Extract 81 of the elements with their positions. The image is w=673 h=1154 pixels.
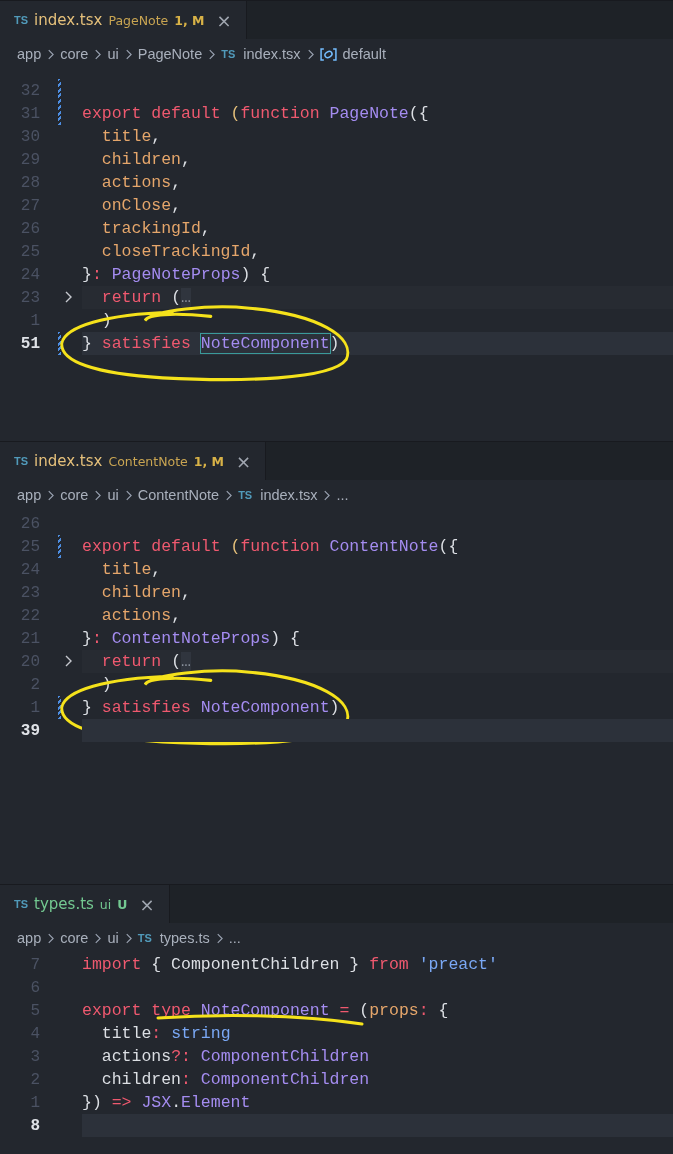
chevron-right-icon (225, 489, 233, 501)
code-line: title: string (100, 1024, 231, 1043)
chevron-right-icon (208, 48, 216, 60)
chevron-right-icon (94, 48, 102, 60)
breadcrumb-item[interactable]: PageNote (137, 46, 203, 62)
breadcrumb-item[interactable]: app (17, 46, 42, 62)
breadcrumb-item[interactable]: app (17, 487, 42, 503)
code-line: }: ContentNoteProps) { (82, 629, 300, 648)
code-line: actions, (100, 173, 182, 192)
close-icon[interactable]: × (236, 450, 252, 472)
chevron-right-icon (47, 932, 55, 944)
breadcrumb-item[interactable]: core (60, 487, 89, 503)
editor-tab[interactable]: TS index.tsx PageNote 1, M × (0, 1, 247, 39)
typescript-file-icon: TS (221, 48, 236, 60)
close-icon[interactable]: × (216, 9, 232, 31)
breadcrumb-item[interactable]: core (60, 930, 89, 946)
typescript-file-icon: TS (238, 489, 253, 501)
code-line: children, (100, 150, 191, 169)
tab-status-label: 1, M (174, 12, 205, 28)
breadcrumb-item[interactable]: ContentNote (137, 487, 220, 503)
breadcrumb-item[interactable]: app (17, 930, 42, 946)
chevron-right-icon (94, 489, 102, 501)
tab-folder-label: PageNote (108, 12, 169, 28)
code-line: trackingId, (100, 219, 211, 238)
breadcrumb-item[interactable]: core (60, 46, 89, 62)
line-number: 8 (29, 1116, 40, 1135)
chevron-right-icon (323, 489, 331, 501)
chevron-right-icon (306, 48, 314, 60)
tab-folder-label: ContentNote (108, 453, 188, 469)
code-line: export type NoteComponent = (props: { (82, 1001, 449, 1020)
breadcrumb-item[interactable]: ui (107, 487, 119, 503)
chevron-right-icon (47, 48, 55, 60)
tab-status-label: U (117, 896, 128, 912)
code-line: actions, (100, 606, 182, 625)
breadcrumb-item[interactable]: ui (107, 46, 119, 62)
tab-filename: index.tsx (34, 11, 103, 29)
line-number: 39 (19, 721, 40, 740)
code-line: return (… (100, 288, 191, 307)
breadcrumb-item[interactable]: types.ts (159, 930, 210, 946)
code-line: actions?: ComponentChildren (100, 1047, 370, 1066)
tab-filename: index.tsx (34, 452, 103, 470)
code-line: } satisfies NoteComponent) (82, 334, 340, 353)
code-line: title, (100, 127, 162, 146)
line-number: 51 (19, 334, 40, 353)
editor-tab[interactable]: TS types.ts ui U × (0, 885, 170, 923)
chevron-right-icon (124, 489, 132, 501)
chevron-right-icon (94, 932, 102, 944)
chevron-right-icon (124, 48, 132, 60)
tab-folder-label: ui (99, 896, 112, 912)
code-line: export default (function PageNote({ (82, 104, 429, 123)
chevron-right-icon[interactable] (64, 655, 72, 667)
code-line: children, (100, 583, 191, 602)
editor-tab[interactable]: TS index.tsx ContentNote 1, M × (0, 442, 267, 480)
typescript-file-icon: TS (14, 455, 29, 467)
typescript-file-icon: TS (137, 932, 152, 944)
code-line: }: PageNoteProps) { (82, 265, 271, 284)
tab-status-label: 1, M (193, 453, 224, 469)
breadcrumb-item[interactable]: ... (228, 930, 241, 946)
code-line: } satisfies NoteComponent) (82, 698, 340, 717)
code-line: title, (100, 560, 162, 579)
chevron-right-icon (215, 932, 223, 944)
breadcrumb-item[interactable]: default (342, 46, 387, 62)
close-icon[interactable]: × (139, 893, 155, 915)
code-line: }) => JSX.Element (82, 1093, 251, 1112)
tab-filename: types.ts (34, 895, 94, 913)
breadcrumb-item[interactable]: index.tsx (243, 46, 301, 62)
chevron-right-icon (124, 932, 132, 944)
breadcrumb-item[interactable]: index.tsx (260, 487, 318, 503)
chevron-right-icon (47, 489, 55, 501)
symbol-icon (319, 47, 337, 61)
code-line: export default (function ContentNote({ (82, 537, 459, 556)
code-line: onClose, (100, 196, 182, 215)
breadcrumb-item[interactable]: ui (107, 930, 119, 946)
code-line: closeTrackingId, (100, 242, 261, 261)
code-line: children: ComponentChildren (100, 1070, 370, 1089)
typescript-file-icon: TS (14, 898, 29, 910)
code-line: return (… (100, 652, 191, 671)
code-line: import { ComponentChildren } from 'preact' (82, 955, 498, 974)
typescript-file-icon: TS (14, 14, 29, 26)
breadcrumb-item[interactable]: ... (336, 487, 349, 503)
chevron-right-icon[interactable] (64, 291, 72, 303)
